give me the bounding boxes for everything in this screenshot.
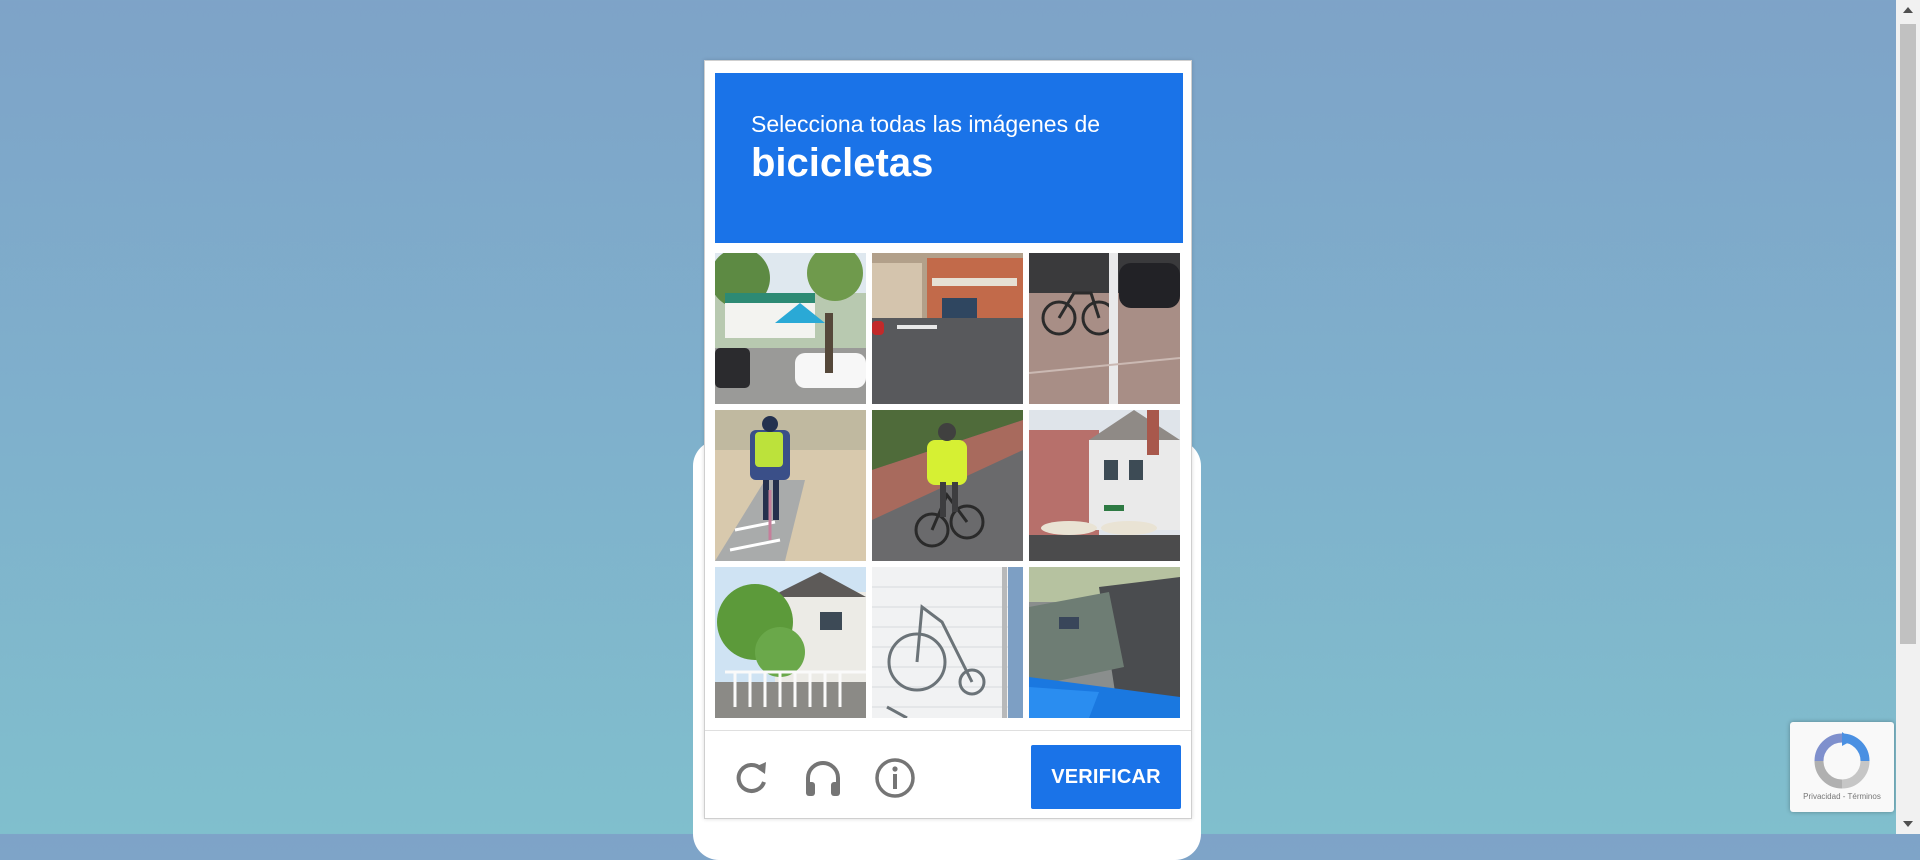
challenge-instruction: Selecciona todas las imágenes de xyxy=(751,111,1101,137)
tile-image xyxy=(1029,253,1180,404)
recaptcha-logo-icon xyxy=(1814,732,1870,789)
image-tile-6[interactable] xyxy=(1029,410,1180,561)
tile-image xyxy=(715,410,866,561)
tile-image xyxy=(872,253,1023,404)
info-icon[interactable] xyxy=(873,756,917,800)
scroll-thumb[interactable] xyxy=(1900,24,1916,644)
image-tile-3[interactable] xyxy=(1029,253,1180,404)
image-grid xyxy=(715,253,1185,719)
image-tile-5[interactable] xyxy=(872,410,1023,561)
scroll-up-arrow-icon[interactable] xyxy=(1896,0,1920,20)
recaptcha-badge[interactable]: Privacidad - Términos xyxy=(1790,722,1894,812)
tile-image xyxy=(715,567,866,718)
tile-image xyxy=(715,253,866,404)
image-tile-7[interactable] xyxy=(715,567,866,718)
captcha-dialog: Selecciona todas las imágenes de bicicle… xyxy=(704,60,1192,819)
scrollbar[interactable] xyxy=(1896,0,1920,834)
verify-button[interactable]: VERIFICAR xyxy=(1031,745,1181,809)
image-tile-8[interactable] xyxy=(872,567,1023,718)
tile-image xyxy=(1029,410,1180,561)
image-tile-4[interactable] xyxy=(715,410,866,561)
challenge-header: Selecciona todas las imágenes de bicicle… xyxy=(715,73,1183,243)
scroll-down-arrow-icon[interactable] xyxy=(1896,814,1920,834)
image-tile-2[interactable] xyxy=(872,253,1023,404)
headphones-icon[interactable] xyxy=(801,756,845,800)
image-tile-1[interactable] xyxy=(715,253,866,404)
tile-image xyxy=(872,567,1023,718)
badge-legal-links[interactable]: Privacidad - Términos xyxy=(1790,792,1894,801)
challenge-target: bicicletas xyxy=(751,141,934,185)
image-tile-9[interactable] xyxy=(1029,567,1180,718)
tile-image xyxy=(1029,567,1180,718)
tile-image xyxy=(872,410,1023,561)
reload-icon[interactable] xyxy=(729,756,773,800)
footer-divider xyxy=(705,730,1191,731)
